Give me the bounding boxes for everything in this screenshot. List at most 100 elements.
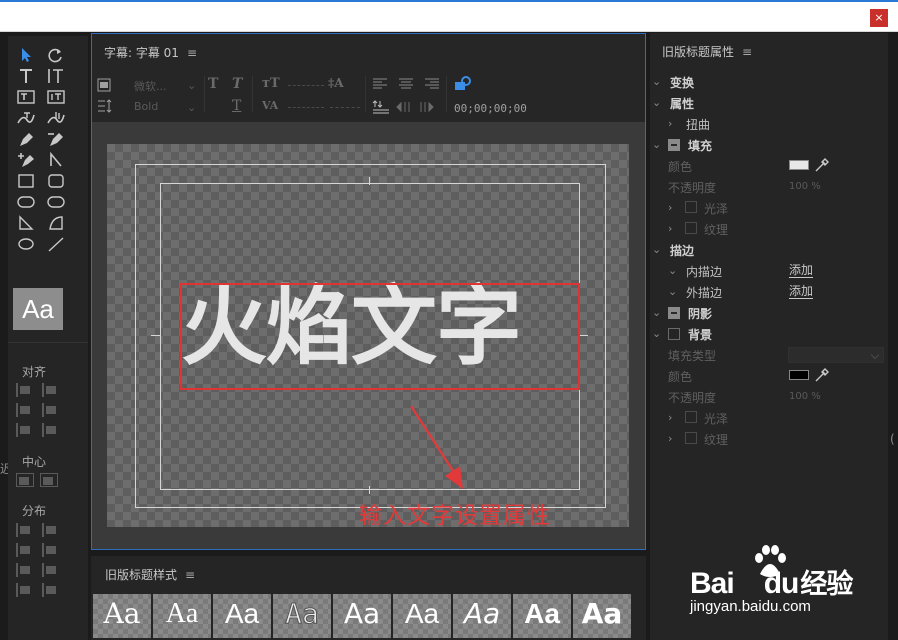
roll-crawl-options-icon[interactable] xyxy=(97,78,111,92)
type-tool-icon[interactable] xyxy=(14,67,38,85)
distribute-left-icon[interactable] xyxy=(16,523,32,537)
arc-tool-icon[interactable] xyxy=(44,214,68,232)
fill-chevron-icon[interactable]: ⌄ xyxy=(652,138,661,151)
style-swatch[interactable]: Aa xyxy=(333,594,391,638)
bg-texture-checkbox[interactable] xyxy=(685,432,697,444)
rotation-tool-icon[interactable] xyxy=(44,46,68,64)
tab-stops-icon[interactable] xyxy=(97,99,113,113)
pen-tool-icon[interactable] xyxy=(14,130,38,148)
inner-stroke-chevron-icon[interactable]: ⌄ xyxy=(668,264,677,277)
bg-color-swatch[interactable] xyxy=(789,370,809,380)
distribute-bottom-icon[interactable] xyxy=(42,563,58,577)
background-chevron-icon[interactable]: ⌄ xyxy=(652,327,661,340)
fill-opacity-value[interactable]: 100 % xyxy=(789,181,821,192)
show-video-back-icon[interactable] xyxy=(396,101,414,113)
convert-anchor-tool-icon[interactable] xyxy=(44,151,68,169)
align-right-icon[interactable] xyxy=(16,423,32,437)
tracking-field[interactable] xyxy=(330,107,360,108)
wedge-tool-icon[interactable] xyxy=(14,214,38,232)
font-size-icon[interactable]: тT xyxy=(262,76,280,91)
inner-stroke-add-link[interactable]: 添加 xyxy=(789,263,814,278)
ellipse-tool-icon[interactable] xyxy=(14,235,38,253)
transform-section[interactable]: 变换 xyxy=(670,74,694,91)
bg-sheen-chevron-icon[interactable]: › xyxy=(668,411,672,424)
background-section[interactable]: 背景 xyxy=(688,326,712,343)
vertical-path-type-tool-icon[interactable] xyxy=(44,109,68,127)
distribute-v-center-icon[interactable] xyxy=(42,543,58,557)
sheen-checkbox[interactable] xyxy=(685,201,697,213)
properties-section[interactable]: 属性 xyxy=(670,95,694,112)
properties-chevron-icon[interactable]: ⌄ xyxy=(652,96,661,109)
underline-icon[interactable]: T xyxy=(232,98,241,114)
stroke-section[interactable]: 描边 xyxy=(670,242,694,259)
align-bottom-icon[interactable] xyxy=(42,423,58,437)
distribute-h-even-icon[interactable] xyxy=(16,583,32,597)
align-center-text-icon[interactable] xyxy=(398,78,414,90)
align-top-icon[interactable] xyxy=(42,383,58,397)
font-family-field[interactable]: 微软... xyxy=(134,78,167,94)
fill-type-dropdown[interactable] xyxy=(788,347,884,363)
show-background-video-icon[interactable] xyxy=(454,76,472,92)
texture-chevron-icon[interactable]: › xyxy=(668,222,672,235)
fill-section[interactable]: 填充 xyxy=(688,137,712,154)
stroke-chevron-icon[interactable]: ⌄ xyxy=(652,243,661,256)
clipped-corner-rect-tool-icon[interactable] xyxy=(14,193,38,211)
selection-tool-icon[interactable] xyxy=(14,46,38,64)
font-size-field[interactable] xyxy=(288,85,324,86)
bold-icon[interactable]: T xyxy=(208,76,218,92)
distribute-top-icon[interactable] xyxy=(42,523,58,537)
vertical-type-tool-icon[interactable] xyxy=(44,67,68,85)
font-family-dropdown-icon[interactable]: ⌄ xyxy=(187,79,196,92)
props-panel-menu-icon[interactable]: ≡ xyxy=(742,45,752,59)
font-style-dropdown-icon[interactable]: ⌄ xyxy=(187,101,196,114)
area-type-tool-icon[interactable] xyxy=(14,88,38,106)
rounded-corner-rect-tool-icon[interactable] xyxy=(44,193,68,211)
kerning-field[interactable] xyxy=(288,107,324,108)
line-tool-icon[interactable] xyxy=(44,235,68,253)
center-horizontal-icon[interactable] xyxy=(16,473,34,487)
style-swatch[interactable]: Aa xyxy=(453,594,511,638)
bg-eyedropper-icon[interactable] xyxy=(814,367,830,383)
leading-icon[interactable]: ‡A xyxy=(328,76,344,90)
rectangle-tool-icon[interactable] xyxy=(14,172,38,190)
distort-chevron-icon[interactable]: › xyxy=(668,117,672,130)
style-swatch[interactable]: Aa xyxy=(393,594,451,638)
style-swatch[interactable]: Aa xyxy=(513,594,571,638)
add-anchor-tool-icon[interactable] xyxy=(14,151,38,169)
style-swatch[interactable]: Aa xyxy=(93,594,151,638)
distribute-h-center-icon[interactable] xyxy=(16,543,32,557)
delete-anchor-tool-icon[interactable] xyxy=(44,130,68,148)
vertical-area-type-tool-icon[interactable] xyxy=(44,88,68,106)
path-type-tool-icon[interactable] xyxy=(14,109,38,127)
style-swatch[interactable]: Aa xyxy=(573,594,631,638)
close-button[interactable]: × xyxy=(870,9,888,27)
bg-sheen-checkbox[interactable] xyxy=(685,411,697,423)
align-left-text-icon[interactable] xyxy=(372,78,388,90)
center-vertical-icon[interactable] xyxy=(40,473,58,487)
italic-icon[interactable]: T xyxy=(232,76,242,92)
bg-opacity-value[interactable]: 100 % xyxy=(789,391,821,402)
transform-chevron-icon[interactable]: ⌄ xyxy=(652,75,661,88)
shadow-checkbox[interactable] xyxy=(668,307,680,319)
align-v-center-icon[interactable] xyxy=(42,403,58,417)
bg-texture-chevron-icon[interactable]: › xyxy=(668,432,672,445)
align-left-icon[interactable] xyxy=(16,383,32,397)
distort-item[interactable]: 扭曲 xyxy=(686,116,710,133)
timecode-display[interactable]: 00;00;00;00 xyxy=(454,102,527,115)
show-video-forward-icon[interactable] xyxy=(420,101,438,113)
title-panel-menu-icon[interactable]: ≡ xyxy=(187,46,197,60)
outer-stroke-chevron-icon[interactable]: ⌄ xyxy=(668,285,677,298)
style-swatch[interactable]: Aa xyxy=(213,594,271,638)
title-panel-tab[interactable]: 字幕: 字幕 01 xyxy=(104,46,179,60)
sheen-chevron-icon[interactable]: › xyxy=(668,201,672,214)
kerning-icon[interactable]: VA xyxy=(262,99,278,112)
align-right-text-icon[interactable] xyxy=(424,78,440,90)
tab-stop-icon[interactable] xyxy=(372,100,390,114)
shadow-section[interactable]: 阴影 xyxy=(688,305,712,322)
styles-panel-menu-icon[interactable]: ≡ xyxy=(185,568,195,582)
align-h-center-icon[interactable] xyxy=(16,403,32,417)
style-swatch[interactable]: Aa xyxy=(153,594,211,638)
fill-eyedropper-icon[interactable] xyxy=(814,157,830,173)
distribute-v-even-icon[interactable] xyxy=(42,583,58,597)
outer-stroke-add-link[interactable]: 添加 xyxy=(789,284,814,299)
